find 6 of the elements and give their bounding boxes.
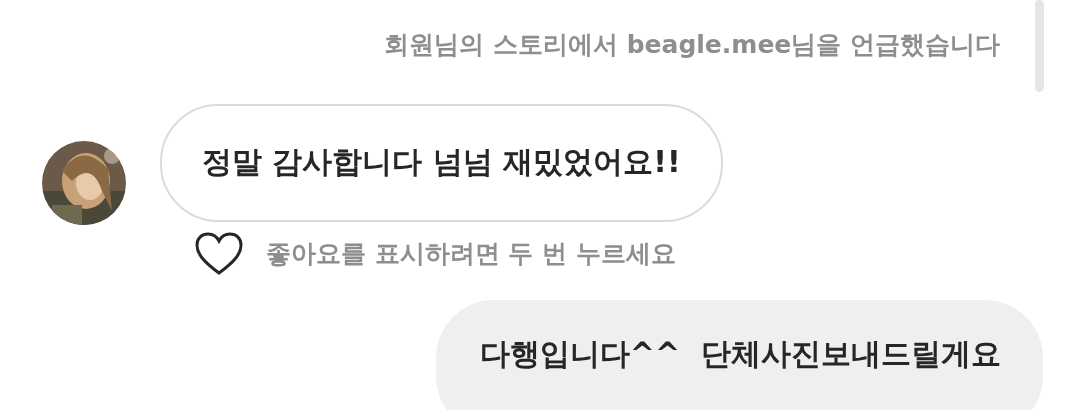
mention-notice: 회원님의 스토리에서 beagle.mee님을 언급했습니다 [384, 30, 1000, 59]
message-bubble: 다행입니다^^ 단체사진보내드릴게요 [435, 300, 1043, 410]
heart-icon[interactable] [194, 232, 244, 276]
scrollbar[interactable] [1035, 0, 1044, 92]
message-bubble: 정말 감사합니다 넘넘 재밌었어요!! [160, 104, 723, 222]
like-hint: 좋아요를 표시하려면 두 번 누르세요 [266, 238, 676, 271]
